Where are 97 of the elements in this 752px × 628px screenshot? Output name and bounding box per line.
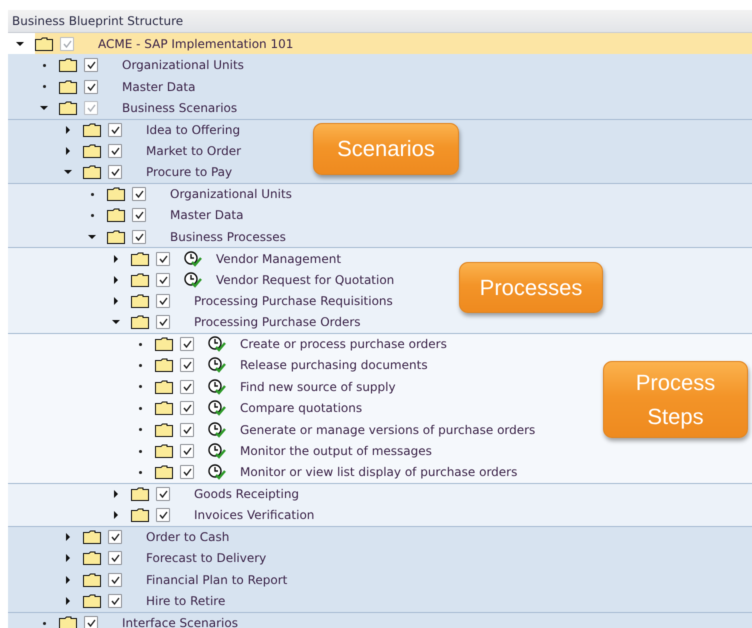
checkmark-icon — [110, 554, 120, 562]
clock-check-icon — [208, 400, 226, 416]
node-label: Processing Purchase Orders — [194, 315, 361, 330]
folder-icon — [107, 230, 125, 244]
checkmark-icon — [110, 126, 120, 134]
node-label: Goods Receipting — [194, 487, 300, 502]
folder-icon — [131, 315, 149, 330]
checkmark-icon — [182, 340, 192, 348]
clock-check-icon — [184, 272, 202, 288]
checkmark-icon — [182, 468, 192, 476]
node-label: Vendor Request for Quotation — [216, 272, 394, 287]
checkmark-icon — [158, 276, 168, 284]
node-label: Monitor the output of messages — [240, 444, 432, 458]
folder-icon — [155, 337, 173, 352]
checkmark-icon — [134, 190, 144, 198]
node-label: Processing Purchase Requisitions — [194, 294, 393, 308]
node-label: Business Scenarios — [122, 101, 238, 116]
node-label: Release purchasing documents — [240, 358, 428, 372]
callout-label: Scenarios — [313, 123, 459, 175]
node-label: ACME - SAP Implementation 101 — [98, 36, 294, 51]
folder-icon — [155, 380, 173, 394]
folder-icon — [83, 551, 101, 566]
folder-icon — [83, 572, 101, 587]
folder-icon — [131, 487, 149, 502]
node-label: Master Data — [170, 208, 244, 222]
node-label: Vendor Management — [216, 252, 342, 266]
checkmark-icon — [182, 447, 192, 456]
checkmark-icon — [110, 168, 120, 176]
node-label: Procure to Pay — [146, 165, 232, 180]
folder-icon — [131, 508, 149, 522]
folder-icon — [155, 358, 173, 372]
folder-icon — [131, 252, 149, 266]
checkmark-icon — [110, 576, 120, 584]
checkmark-icon — [158, 296, 168, 305]
folder-icon — [83, 122, 101, 137]
checkmark-icon — [182, 361, 192, 370]
node-label: Compare quotations — [240, 401, 362, 416]
checkmark-icon — [182, 404, 192, 412]
folder-icon — [59, 58, 77, 72]
node-label: Idea to Offering — [146, 122, 240, 137]
folder-icon — [83, 165, 101, 180]
node-label: Invoices Verification — [194, 508, 314, 522]
clock-check-icon — [208, 422, 226, 438]
checkmark-icon — [110, 533, 120, 542]
callout-label: Processes — [459, 262, 603, 313]
folder-icon — [83, 144, 101, 158]
node-label: Financial Plan to Report — [146, 572, 288, 587]
checkmark-icon — [134, 232, 144, 241]
checkmark-icon — [158, 511, 168, 520]
node-label: Master Data — [122, 80, 196, 94]
clock-check-icon — [208, 336, 226, 352]
checkmark-icon — [134, 211, 144, 220]
checkmark-icon — [158, 318, 168, 326]
node-label: Organizational Units — [170, 187, 292, 202]
folder-icon — [155, 465, 173, 480]
node-label: Interface Scenarios — [122, 616, 238, 628]
checkmark-icon — [86, 61, 96, 70]
folder-icon — [59, 616, 77, 628]
folder-icon — [131, 294, 149, 308]
node-label: Find new source of supply — [240, 380, 396, 394]
node-label: Generate or manage versions of purchase orders — [240, 422, 536, 437]
checkmark-icon — [182, 426, 192, 434]
clock-check-icon — [208, 378, 226, 395]
folder-icon — [59, 80, 77, 94]
folder-icon — [107, 187, 125, 202]
node-label: Organizational Units — [122, 58, 244, 72]
checkmark-icon — [158, 490, 168, 498]
folder-icon — [155, 444, 173, 458]
folder-icon — [155, 401, 173, 416]
checkmark-icon — [182, 382, 192, 391]
clock-check-icon — [208, 357, 226, 374]
folder-icon — [83, 594, 101, 608]
folder-icon — [107, 208, 125, 222]
folder-icon — [59, 101, 77, 116]
node-label: Business Processes — [170, 230, 286, 244]
checkmark-icon — [86, 619, 96, 628]
checkmark-icon — [110, 146, 120, 155]
node-label: Create or process purchase orders — [240, 337, 447, 352]
clock-check-icon — [184, 250, 202, 267]
node-label: Market to Order — [146, 144, 242, 158]
folder-icon — [35, 36, 53, 51]
tree-header: Business Blueprint Structure — [8, 10, 752, 33]
folder-icon — [131, 272, 149, 287]
checkmark-icon — [86, 82, 96, 91]
clock-check-icon — [208, 443, 226, 460]
folder-icon — [83, 530, 101, 544]
clock-check-icon — [208, 464, 226, 480]
checkmark-icon — [86, 104, 96, 112]
callout-label: Process Steps — [603, 361, 748, 438]
node-label: Hire to Retire — [146, 594, 226, 608]
checkmark-icon — [110, 597, 120, 606]
checkmark-icon — [158, 254, 168, 263]
node-label: Monitor or view list display of purchase orders — [240, 465, 518, 480]
node-label: Forecast to Delivery — [146, 551, 266, 566]
node-label: Order to Cash — [146, 530, 230, 544]
checkmark-icon — [62, 40, 72, 48]
folder-icon — [155, 422, 173, 437]
